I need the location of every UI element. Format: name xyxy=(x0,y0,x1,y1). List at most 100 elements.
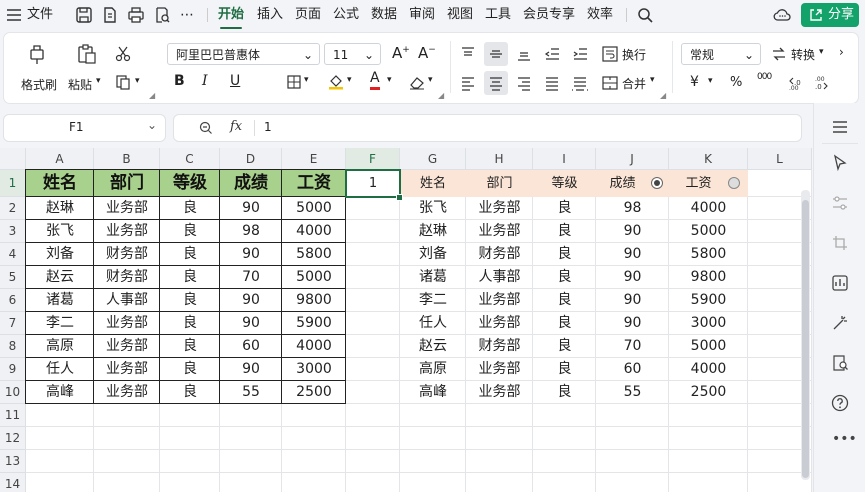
align-right-icon[interactable] xyxy=(515,74,533,92)
column-header-k[interactable]: K xyxy=(669,148,748,170)
left-table-cell[interactable]: 55 xyxy=(220,381,282,404)
convert-chevron-icon[interactable]: ▾ xyxy=(819,47,824,57)
percent-format-button[interactable]: % xyxy=(730,75,742,90)
left-table-cell[interactable]: 赵琳 xyxy=(26,197,94,220)
sort-radio-icon[interactable] xyxy=(728,177,740,189)
ribbon-scroll-right-icon[interactable]: › xyxy=(839,45,844,59)
column-header-d[interactable]: D xyxy=(220,148,282,170)
row-header-9[interactable]: 9 xyxy=(0,358,26,381)
tab-formula[interactable]: 公式 xyxy=(333,0,359,30)
left-table-cell[interactable]: 良 xyxy=(160,220,220,243)
left-table-cell[interactable]: 4000 xyxy=(282,335,346,358)
left-table-header-cell[interactable]: 成绩 xyxy=(220,170,282,197)
left-table-cell[interactable]: 90 xyxy=(220,358,282,381)
tab-insert[interactable]: 插入 xyxy=(257,0,283,30)
decrease-decimal-icon[interactable]: .00.0 xyxy=(812,73,830,91)
align-bottom-icon[interactable] xyxy=(515,45,533,63)
hamburger-menu-icon[interactable] xyxy=(4,5,24,25)
row-header-3[interactable]: 3 xyxy=(0,220,26,243)
right-table-cell[interactable]: 赵云 xyxy=(400,335,466,358)
more-quick-actions[interactable]: ⋯ xyxy=(180,0,194,30)
decrease-font-size-icon[interactable]: A− xyxy=(418,44,436,62)
left-table-cell[interactable]: 高峰 xyxy=(26,381,94,404)
left-table-cell[interactable]: 良 xyxy=(160,312,220,335)
left-table-cell[interactable]: 刘备 xyxy=(26,243,94,266)
right-table-header-cell[interactable]: 部门 xyxy=(466,170,533,197)
row-header-14[interactable]: 14 xyxy=(0,473,26,492)
currency-format-button[interactable]: ¥ xyxy=(690,74,699,90)
left-table-cell[interactable]: 5800 xyxy=(282,243,346,266)
left-table-cell[interactable]: 赵云 xyxy=(26,266,94,289)
font-expand-icon[interactable]: ◢ xyxy=(438,91,444,100)
right-table-cell[interactable]: 刘备 xyxy=(400,243,466,266)
align-middle-icon[interactable] xyxy=(487,45,505,63)
column-header-c[interactable]: C xyxy=(160,148,220,170)
zoom-formula-icon[interactable] xyxy=(198,120,214,136)
right-table-cell[interactable]: 60 xyxy=(596,358,669,381)
row-header-5[interactable]: 5 xyxy=(0,266,26,289)
column-header-f[interactable]: F xyxy=(346,148,400,170)
right-table-cell[interactable]: 业务部 xyxy=(466,220,533,243)
spreadsheet-grid[interactable]: A B C D E F G H I J K L 1 2 3 4 5 6 7 8 9 10 11 12 13 14 姓名 部门 等级 成绩工… xyxy=(0,148,812,492)
column-header-j[interactable]: J xyxy=(596,148,669,170)
justify-icon[interactable] xyxy=(543,74,561,92)
left-table-cell[interactable]: 业务部 xyxy=(94,358,160,381)
right-table-cell[interactable]: 98 xyxy=(596,197,669,220)
right-table-cell[interactable]: 诸葛 xyxy=(400,266,466,289)
right-table-cell[interactable]: 财务部 xyxy=(466,243,533,266)
formula-bar[interactable]: fx 1 xyxy=(174,115,801,141)
left-table-header-cell[interactable]: 姓名 xyxy=(26,170,94,197)
column-header-g[interactable]: G xyxy=(400,148,466,170)
right-table-cell[interactable]: 良 xyxy=(533,220,596,243)
tab-efficiency[interactable]: 效率 xyxy=(587,0,613,30)
left-table-cell[interactable]: 70 xyxy=(220,266,282,289)
right-table-cell[interactable]: 90 xyxy=(596,289,669,312)
row-header-12[interactable]: 12 xyxy=(0,427,26,450)
left-table-cell[interactable]: 良 xyxy=(160,243,220,266)
font-color-chevron-icon[interactable]: ▾ xyxy=(387,75,392,85)
right-table-cell[interactable]: 高峰 xyxy=(400,381,466,404)
left-table-cell[interactable]: 5000 xyxy=(282,266,346,289)
column-header-l[interactable]: L xyxy=(748,148,812,170)
currency-chevron-icon[interactable]: ▾ xyxy=(708,76,713,86)
distributed-align-icon[interactable] xyxy=(571,74,589,92)
clear-format-icon[interactable] xyxy=(408,73,426,91)
tab-home[interactable]: 开始 xyxy=(218,0,244,30)
borders-icon[interactable] xyxy=(286,74,302,90)
convert-label[interactable]: 转换 xyxy=(791,46,815,63)
left-table-cell[interactable]: 张飞 xyxy=(26,220,94,243)
left-table-cell[interactable]: 良 xyxy=(160,358,220,381)
right-table-header-cell[interactable]: 姓名 xyxy=(400,170,466,197)
tab-page[interactable]: 页面 xyxy=(295,0,321,30)
paste-label[interactable]: 粘贴 xyxy=(68,76,92,93)
right-table-cell[interactable]: 财务部 xyxy=(466,335,533,358)
left-table-cell[interactable]: 人事部 xyxy=(94,289,160,312)
left-table-cell[interactable]: 财务部 xyxy=(94,266,160,289)
right-table-cell[interactable]: 良 xyxy=(533,243,596,266)
merge-cells-label[interactable]: 合并 xyxy=(622,75,646,92)
right-table-cell[interactable]: 4000 xyxy=(669,358,748,381)
tab-view[interactable]: 视图 xyxy=(447,0,473,30)
right-table-cell[interactable]: 3000 xyxy=(669,312,748,335)
left-table-cell[interactable]: 良 xyxy=(160,335,220,358)
right-table-cell[interactable]: 5900 xyxy=(669,289,748,312)
right-table-header-cell[interactable]: 成绩 xyxy=(586,170,659,197)
right-table-header-cell[interactable]: 工资 xyxy=(659,170,738,197)
left-table-cell[interactable]: 2500 xyxy=(282,381,346,404)
number-format-select[interactable]: 常规 ⌄ xyxy=(681,43,761,65)
clipboard-expand-icon[interactable]: ◢ xyxy=(149,91,155,100)
export-pdf-icon[interactable] xyxy=(100,5,120,25)
cloud-sync-icon[interactable] xyxy=(772,5,792,25)
font-name-select[interactable]: 阿里巴巴普惠体 ⌄ xyxy=(167,43,320,65)
right-table-cell[interactable]: 良 xyxy=(533,358,596,381)
right-table-cell[interactable]: 业务部 xyxy=(466,289,533,312)
row-header-4[interactable]: 4 xyxy=(0,243,26,266)
right-table-cell[interactable]: 良 xyxy=(533,289,596,312)
clear-format-chevron-icon[interactable]: ▾ xyxy=(428,75,433,85)
left-table-cell[interactable]: 财务部 xyxy=(94,243,160,266)
right-table-cell[interactable]: 赵琳 xyxy=(400,220,466,243)
align-top-icon[interactable] xyxy=(459,45,477,63)
font-size-select[interactable]: 11 ⌄ xyxy=(324,43,381,65)
magic-wand-icon[interactable] xyxy=(830,313,850,333)
save-icon[interactable] xyxy=(74,5,94,25)
